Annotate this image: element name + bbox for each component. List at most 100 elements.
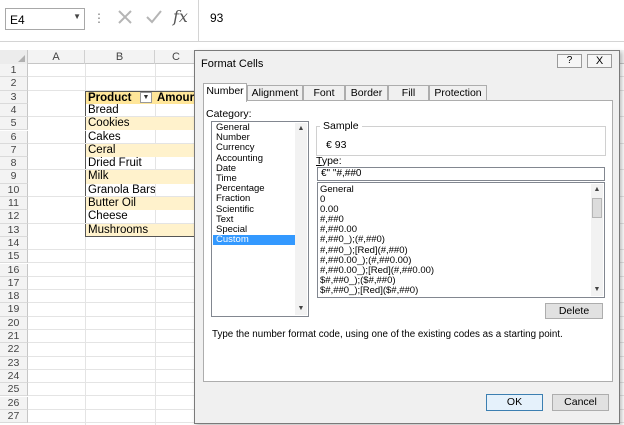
row-header[interactable]: 6 <box>0 130 28 144</box>
format-item[interactable]: #,##0 <box>320 215 590 225</box>
amount-cell[interactable] <box>155 157 198 171</box>
scroll-thumb[interactable] <box>592 198 602 218</box>
hint-text: Type the number format code, using one o… <box>212 329 563 340</box>
format-item[interactable]: General <box>320 185 590 195</box>
format-item[interactable]: #,##0.00_);[Red](#,##0.00) <box>320 266 590 276</box>
tab-font[interactable]: Font <box>303 85 345 101</box>
select-all-corner[interactable] <box>0 50 28 64</box>
row-header[interactable]: 12 <box>0 210 28 224</box>
amount-cell[interactable] <box>155 210 198 224</box>
row-header[interactable]: 7 <box>0 143 28 158</box>
row-header[interactable]: 18 <box>0 290 28 304</box>
product-cell[interactable]: Milk <box>85 170 155 184</box>
row-header[interactable]: 11 <box>0 197 28 211</box>
row-header[interactable]: 9 <box>0 170 28 184</box>
scroll-down-icon[interactable]: ▼ <box>591 284 603 296</box>
category-list[interactable]: General Number Currency Accounting Date … <box>211 121 309 317</box>
scroll-up-icon[interactable]: ▲ <box>591 184 603 196</box>
name-box[interactable]: E4 ▼ <box>5 8 85 30</box>
tab-fill[interactable]: Fill <box>388 85 429 101</box>
format-item[interactable]: 0.00 <box>320 205 590 215</box>
scroll-up-icon[interactable]: ▲ <box>295 123 307 135</box>
row-header[interactable]: 5 <box>0 117 28 131</box>
row-header[interactable]: 14 <box>0 236 28 251</box>
cancel-button[interactable]: Cancel <box>552 394 609 411</box>
amount-cell[interactable] <box>155 223 198 237</box>
category-item-custom[interactable]: Custom <box>213 234 295 246</box>
row-header[interactable]: 8 <box>0 157 28 171</box>
column-header-c[interactable]: C <box>155 50 198 64</box>
type-input[interactable]: €" "#,##0 <box>317 167 605 181</box>
row-header[interactable]: 27 <box>0 409 28 424</box>
row-header[interactable]: 16 <box>0 263 28 277</box>
column-header-a[interactable]: A <box>28 50 85 64</box>
amount-cell[interactable] <box>155 170 198 184</box>
column-header-b[interactable]: B <box>85 50 155 64</box>
format-item[interactable]: $#,##0_);[Red]($#,##0) <box>320 286 590 296</box>
help-button[interactable]: ? <box>557 54 582 68</box>
category-scrollbar[interactable]: ▲ ▼ <box>295 123 307 315</box>
tab-border[interactable]: Border <box>345 85 388 101</box>
format-item[interactable]: 0 <box>320 195 590 205</box>
amount-cell[interactable] <box>155 197 198 211</box>
row-header[interactable]: 1 <box>0 64 28 78</box>
format-item[interactable]: #,##0_);[Red](#,##0) <box>320 246 590 256</box>
row-header[interactable]: 15 <box>0 250 28 264</box>
ok-button[interactable]: OK <box>486 394 543 411</box>
row-header[interactable]: 17 <box>0 276 28 291</box>
row-header[interactable]: 21 <box>0 330 28 344</box>
amount-cell[interactable] <box>155 143 198 158</box>
delete-button[interactable]: Delete <box>545 303 603 319</box>
category-item[interactable]: Fraction <box>213 194 295 204</box>
row-header[interactable]: 4 <box>0 103 28 118</box>
row-header[interactable]: 2 <box>0 77 28 91</box>
format-code-list[interactable]: General 0 0.00 #,##0 #,##0.00 #,##0_);(#… <box>317 182 605 298</box>
row-header[interactable]: 23 <box>0 356 28 370</box>
cancel-icon[interactable] <box>116 8 134 26</box>
sample-value: € 93 <box>326 139 347 151</box>
row-header[interactable]: 3 <box>0 90 28 104</box>
amount-cell[interactable] <box>155 117 198 131</box>
row-header[interactable]: 13 <box>0 223 28 237</box>
product-cell[interactable]: Cakes <box>85 130 155 144</box>
format-list-scrollbar[interactable]: ▲ ▼ <box>591 184 603 296</box>
format-item[interactable]: $#,##0_);($#,##0) <box>320 276 590 286</box>
format-item[interactable]: #,##0.00 <box>320 225 590 235</box>
format-item[interactable]: #,##0_);(#,##0) <box>320 235 590 245</box>
enter-check-icon[interactable] <box>145 8 163 26</box>
name-box-value: E4 <box>10 13 25 27</box>
product-cell[interactable]: Bread <box>85 103 155 118</box>
type-label: Type: <box>316 155 342 167</box>
amount-cell[interactable] <box>155 130 198 144</box>
product-cell[interactable]: Cookies <box>85 117 155 131</box>
row-header[interactable]: 24 <box>0 369 28 384</box>
more-options-icon[interactable]: ⋮ <box>93 11 105 25</box>
filter-dropdown-icon[interactable]: ▼ <box>140 91 152 103</box>
tab-number[interactable]: Number <box>203 83 247 102</box>
insert-function-button[interactable]: fx <box>173 7 188 26</box>
sample-label: Sample <box>320 120 362 132</box>
amount-cell[interactable] <box>155 183 198 197</box>
formula-input[interactable]: 93 <box>210 11 223 25</box>
tab-alignment[interactable]: Alignment <box>247 85 303 101</box>
amount-cell[interactable] <box>155 103 198 118</box>
scroll-down-icon[interactable]: ▼ <box>295 303 307 315</box>
product-cell[interactable]: Dried Fruit <box>85 157 155 171</box>
product-cell[interactable]: Granola Bars <box>85 183 155 197</box>
format-item[interactable]: #,##0.00_);(#,##0.00) <box>320 256 590 266</box>
dialog-title: Format Cells <box>201 58 264 70</box>
product-cell[interactable]: Cheese <box>85 210 155 224</box>
chevron-down-icon[interactable]: ▼ <box>73 12 81 21</box>
table-header-amount[interactable]: Amour <box>155 90 198 104</box>
product-cell[interactable]: Ceral <box>85 143 155 158</box>
row-header[interactable]: 22 <box>0 343 28 357</box>
row-header[interactable]: 25 <box>0 383 28 397</box>
product-cell[interactable]: Mushrooms <box>85 223 155 237</box>
row-header[interactable]: 20 <box>0 316 28 330</box>
row-header[interactable]: 19 <box>0 303 28 317</box>
close-button[interactable]: X <box>587 54 612 68</box>
row-header[interactable]: 26 <box>0 396 28 410</box>
tab-protection[interactable]: Protection <box>429 85 487 101</box>
row-header[interactable]: 10 <box>0 183 28 197</box>
product-cell[interactable]: Butter Oil <box>85 197 155 211</box>
